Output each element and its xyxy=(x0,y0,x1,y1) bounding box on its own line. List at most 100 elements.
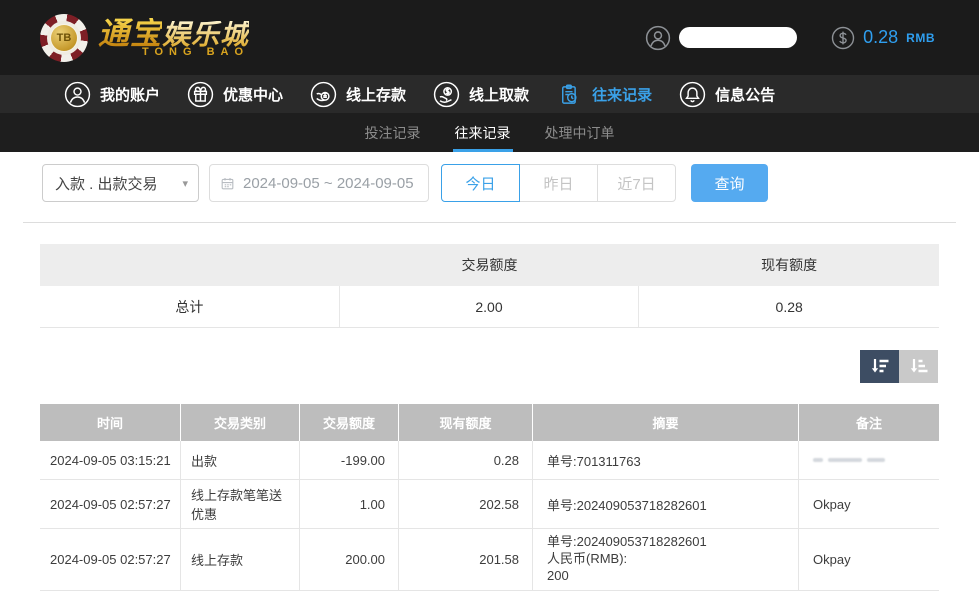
last-7-days-button[interactable]: 近7日 xyxy=(597,164,676,202)
records-icon xyxy=(556,81,583,108)
bell-icon xyxy=(679,81,706,108)
sort-ascending-icon xyxy=(907,355,931,379)
gift-icon xyxy=(187,81,214,108)
filter-bar: 入款 . 出款交易 ▾ 2024-09-05 ~ 2024-09-05 今日 昨… xyxy=(42,163,979,203)
user-info xyxy=(645,25,797,51)
summary-line: 单号:202409053718282601 xyxy=(547,534,707,551)
brand-text: 通宝 娱乐城 TONG BAO xyxy=(98,18,249,58)
account-icon xyxy=(64,81,91,108)
tab-label: 往来记录 xyxy=(455,123,511,143)
quick-range-group: 今日 昨日 近7日 xyxy=(441,164,676,202)
redacted-username xyxy=(679,27,797,48)
summary-header-empty xyxy=(40,244,340,286)
tab-label: 投注记录 xyxy=(365,123,421,143)
summary-header-trade: 交易额度 xyxy=(340,244,640,286)
summary-total-label: 总计 xyxy=(40,286,340,327)
cell-balance: 202.58 xyxy=(399,480,533,529)
col-header-balance: 现有额度 xyxy=(399,404,533,441)
cell-category: 线上存款 xyxy=(181,529,300,591)
deposit-icon xyxy=(310,81,337,108)
transaction-type-select[interactable]: 入款 . 出款交易 ▾ xyxy=(42,164,199,202)
summary-header-current: 现有额度 xyxy=(639,244,939,286)
cell-category: 出款 xyxy=(181,441,300,480)
sub-nav: 投注记录 往来记录 处理中订单 xyxy=(0,113,979,152)
nav-item-online-deposit[interactable]: 线上存款 xyxy=(310,81,406,108)
date-range-value: 2024-09-05 ~ 2024-09-05 xyxy=(243,175,414,192)
cell-amount: -199.00 xyxy=(300,441,399,480)
summary-trade-total: 2.00 xyxy=(340,286,640,327)
cell-summary: 单号:202409053718282601 xyxy=(533,480,799,529)
today-button[interactable]: 今日 xyxy=(441,164,520,202)
user-avatar-icon xyxy=(645,25,671,51)
transactions-table: 时间 交易类别 交易额度 现有额度 摘要 备注 2024-09-05 03:15… xyxy=(40,404,939,591)
nav-label: 线上存款 xyxy=(346,84,406,105)
transaction-records-page: TB 通宝 娱乐城 TONG BAO xyxy=(0,0,979,591)
sort-descending-icon xyxy=(868,355,892,379)
nav-label: 信息公告 xyxy=(715,84,775,105)
sort-ascending-button[interactable] xyxy=(899,350,938,383)
chevron-down-icon: ▾ xyxy=(182,177,188,190)
col-header-summary: 摘要 xyxy=(533,404,799,441)
table-row: 2024-09-05 02:57:27 线上存款笔笔送优惠 1.00 202.5… xyxy=(40,480,939,529)
calendar-icon xyxy=(220,176,235,191)
withdraw-icon xyxy=(433,81,460,108)
tab-transaction-records[interactable]: 往来记录 xyxy=(453,113,513,152)
cell-summary: 单号:202409053718282601 人民币(RMB): 200 xyxy=(533,529,799,591)
horizontal-divider xyxy=(23,222,956,223)
casino-chip-icon: TB xyxy=(40,14,88,62)
cell-note: Okpay xyxy=(799,529,939,591)
summary-header-row: 交易额度 现有额度 xyxy=(40,244,939,286)
query-button[interactable]: 查询 xyxy=(691,164,768,202)
top-bar: TB 通宝 娱乐城 TONG BAO xyxy=(0,0,979,75)
nav-label: 优惠中心 xyxy=(223,84,283,105)
col-header-category: 交易类别 xyxy=(181,404,300,441)
table-row: 2024-09-05 02:57:27 线上存款 200.00 201.58 单… xyxy=(40,529,939,591)
nav-item-promotions[interactable]: 优惠中心 xyxy=(187,81,283,108)
summary-current-total: 0.28 xyxy=(639,286,939,327)
nav-item-announcements[interactable]: 信息公告 xyxy=(679,81,775,108)
tab-processing-orders[interactable]: 处理中订单 xyxy=(543,113,617,152)
brand-subtitle: TONG BAO xyxy=(142,47,249,58)
redacted-note xyxy=(813,458,885,462)
cell-balance: 201.58 xyxy=(399,529,533,591)
nav-label: 往来记录 xyxy=(592,84,652,105)
cell-time: 2024-09-05 02:57:27 xyxy=(40,529,181,591)
cell-amount: 200.00 xyxy=(300,529,399,591)
cell-note: Okpay xyxy=(799,480,939,529)
brand-title-main: 通宝 xyxy=(98,18,162,49)
summary-table: 交易额度 现有额度 总计 2.00 0.28 xyxy=(40,244,939,328)
table-header-row: 时间 交易类别 交易额度 现有额度 摘要 备注 xyxy=(40,404,939,441)
table-row: 2024-09-05 03:15:21 出款 -199.00 0.28 单号:7… xyxy=(40,441,939,480)
tab-betting-records[interactable]: 投注记录 xyxy=(363,113,423,152)
col-header-time: 时间 xyxy=(40,404,181,441)
tab-label: 处理中订单 xyxy=(545,123,615,143)
nav-item-my-account[interactable]: 我的账户 xyxy=(64,81,160,108)
chip-label: TB xyxy=(51,25,77,51)
date-range-input[interactable]: 2024-09-05 ~ 2024-09-05 xyxy=(209,164,429,202)
cell-note xyxy=(799,441,939,480)
cell-time: 2024-09-05 03:15:21 xyxy=(40,441,181,480)
nav-label: 线上取款 xyxy=(469,84,529,105)
brand-title-rest: 娱乐城 xyxy=(162,21,249,49)
cell-category: 线上存款笔笔送优惠 xyxy=(181,480,300,529)
main-nav: 我的账户 优惠中心 线上存款 线上取款 xyxy=(0,75,979,113)
yesterday-button[interactable]: 昨日 xyxy=(519,164,598,202)
dollar-coin-icon xyxy=(831,26,855,50)
select-value: 入款 . 出款交易 xyxy=(55,173,158,194)
cell-summary: 单号:701311763 xyxy=(533,441,799,480)
balance-amount: 0.28 xyxy=(863,27,898,48)
col-header-note: 备注 xyxy=(799,404,939,441)
col-header-amount: 交易额度 xyxy=(300,404,399,441)
nav-item-transaction-records[interactable]: 往来记录 xyxy=(556,81,652,108)
brand-logo[interactable]: TB 通宝 娱乐城 TONG BAO xyxy=(40,14,249,62)
nav-label: 我的账户 xyxy=(100,84,160,105)
summary-line: 人民币(RMB): xyxy=(547,551,707,568)
nav-item-online-withdrawal[interactable]: 线上取款 xyxy=(433,81,529,108)
sort-descending-button[interactable] xyxy=(860,350,899,383)
balance: 0.28 RMB xyxy=(831,26,935,50)
summary-total-row: 总计 2.00 0.28 xyxy=(40,286,939,328)
balance-currency: RMB xyxy=(906,31,935,45)
cell-balance: 0.28 xyxy=(399,441,533,480)
top-bar-right: 0.28 RMB xyxy=(645,25,935,51)
cell-amount: 1.00 xyxy=(300,480,399,529)
